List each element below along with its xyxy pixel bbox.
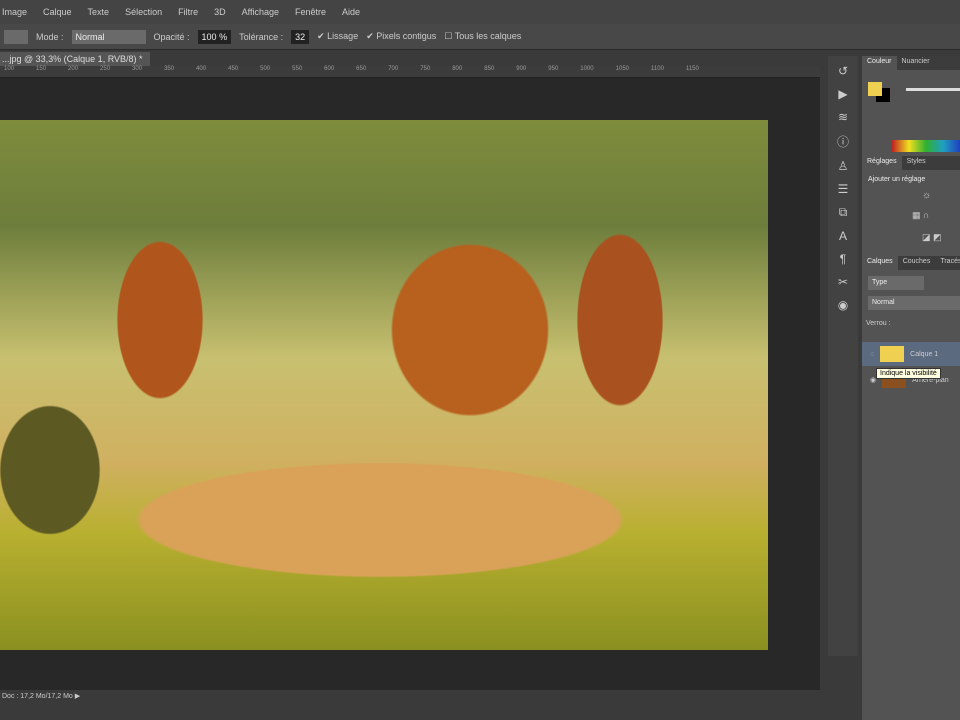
- opacity-input[interactable]: 100 %: [197, 29, 232, 44]
- ruler-tick: 250: [100, 66, 111, 72]
- exposure-icon[interactable]: ◪ ◩: [922, 232, 942, 243]
- layer-row[interactable]: ◌ Calque 1: [862, 342, 960, 366]
- color-panel-tabs: Couleur Nuancier: [862, 56, 960, 70]
- document-tab-title: ...jpg @ 33,3% (Calque 1, RVB/8) *: [2, 54, 143, 64]
- ruler-tick: 150: [36, 66, 47, 72]
- menu-image[interactable]: Image: [2, 7, 27, 17]
- color-slider[interactable]: [906, 88, 960, 91]
- document-tab[interactable]: ...jpg @ 33,3% (Calque 1, RVB/8) * ×: [0, 52, 150, 78]
- layer-name: Calque 1: [910, 350, 939, 358]
- tous-calques-label: Tous les calques: [454, 31, 522, 41]
- status-menu-arrow-icon[interactable]: ▶: [75, 693, 80, 700]
- contigus-checkbox[interactable]: ✔ Pixels contigus: [366, 31, 436, 42]
- document-image[interactable]: [0, 120, 768, 650]
- ruler-tick: 300: [132, 66, 143, 72]
- eye-icon[interactable]: ◌: [870, 351, 874, 358]
- layer-comps-icon[interactable]: ⧉: [839, 205, 848, 220]
- brightness-icon[interactable]: ☼: [922, 190, 931, 201]
- ruler-tick: 1000: [580, 66, 594, 72]
- status-bar: Doc : 17,2 Mo/17,2 Mo ▶: [0, 690, 820, 704]
- clone-source-icon[interactable]: ♙: [838, 159, 849, 173]
- layer-kind-filter[interactable]: Type: [868, 276, 924, 290]
- tous-calques-checkbox[interactable]: ☐ Tous les calques: [444, 31, 521, 42]
- ruler-tick: 500: [260, 66, 271, 72]
- history-icon[interactable]: ↺: [838, 64, 848, 78]
- ruler-tick: 200: [68, 66, 79, 72]
- tolerance-input[interactable]: 32: [291, 29, 310, 44]
- ruler-tick: 400: [196, 66, 207, 72]
- menu-3d[interactable]: 3D: [214, 7, 226, 17]
- tools-presets-icon[interactable]: ✂: [838, 275, 848, 289]
- layers-panel-tabs: Calques Couches Tracés: [862, 256, 960, 270]
- tab-couches[interactable]: Couches: [898, 256, 936, 270]
- menu-selection[interactable]: Sélection: [125, 7, 162, 17]
- ruler-tick: 1050: [615, 66, 629, 72]
- tooltip: Indique la visibilité: [876, 368, 941, 379]
- tab-styles[interactable]: Styles: [902, 156, 931, 170]
- menu-fenetre[interactable]: Fenêtre: [295, 7, 326, 17]
- tolerance-label: Tolérance :: [239, 31, 284, 42]
- adjust-title: Ajouter un réglage: [868, 176, 926, 183]
- mode-select[interactable]: Normal: [71, 29, 146, 44]
- opacity-label: Opacité :: [153, 31, 190, 42]
- ruler-tick: 750: [420, 66, 431, 72]
- tab-calques[interactable]: Calques: [862, 256, 898, 270]
- ruler-tick: 450: [228, 66, 239, 72]
- lissage-label: Lissage: [327, 31, 359, 41]
- tool-preset-picker[interactable]: [4, 29, 28, 44]
- mode-label: Mode :: [36, 31, 64, 42]
- horizontal-ruler: 100 150 200 250 300 350 400 450 500 550 600 650 700 7…: [0, 66, 820, 78]
- right-panels: Couleur Nuancier Réglages Styles Ajouter u…: [862, 56, 960, 720]
- info-icon[interactable]: ⓘ: [837, 133, 849, 150]
- ruler-tick: 700: [388, 66, 399, 72]
- menu-calque[interactable]: Calque: [43, 7, 72, 17]
- color-spectrum[interactable]: [892, 140, 960, 152]
- lock-label: Verrou :: [866, 320, 891, 327]
- ruler-tick: 850: [484, 66, 495, 72]
- tab-reglages[interactable]: Réglages: [862, 156, 902, 170]
- levels-icon[interactable]: ▦ ∩: [912, 210, 929, 221]
- paragraph-icon[interactable]: ¶: [840, 252, 846, 266]
- ruler-tick: 800: [452, 66, 463, 72]
- ruler-tick: 1100: [651, 66, 664, 72]
- ruler-tick: 950: [548, 66, 559, 72]
- ruler-tick: 350: [164, 66, 175, 72]
- menu-filtre[interactable]: Filtre: [178, 7, 198, 17]
- actions-icon[interactable]: ▶: [838, 87, 847, 101]
- ruler-tick: 100: [4, 66, 15, 72]
- ruler-tick: 600: [324, 66, 335, 72]
- tab-traces[interactable]: Tracés: [935, 256, 960, 270]
- options-bar: Mode : Normal Opacité : 100 % Tolérance …: [0, 24, 960, 50]
- panel-icon-strip: ↺ ▶ ≋ ⓘ ♙ ☰ ⧉ A ¶ ✂ ◉: [828, 56, 858, 656]
- menu-aide[interactable]: Aide: [342, 7, 360, 17]
- brushes-icon[interactable]: ≋: [838, 110, 848, 124]
- menu-bar: Image Calque Texte Sélection Filtre 3D A…: [0, 0, 960, 24]
- properties-icon[interactable]: ☰: [838, 182, 849, 196]
- canvas-area[interactable]: [0, 78, 820, 690]
- layer-thumbnail: [880, 346, 905, 362]
- ruler-tick: 650: [356, 66, 367, 72]
- adjust-panel-tabs: Réglages Styles: [862, 156, 960, 170]
- contigus-label: Pixels contigus: [376, 31, 437, 41]
- ruler-tick: 900: [516, 66, 527, 72]
- doc-size: Doc : 17,2 Mo/17,2 Mo: [2, 693, 73, 700]
- ruler-tick: 550: [292, 66, 303, 72]
- tab-nuancier[interactable]: Nuancier: [897, 56, 935, 70]
- menu-texte[interactable]: Texte: [88, 7, 110, 17]
- foreground-color-swatch[interactable]: [868, 82, 882, 96]
- blend-mode-select[interactable]: Normal: [868, 296, 960, 310]
- ruler-tick: 1150: [685, 66, 699, 72]
- tab-couleur[interactable]: Couleur: [862, 56, 897, 70]
- 3d-icon[interactable]: ◉: [838, 298, 848, 312]
- menu-affichage[interactable]: Affichage: [242, 7, 279, 17]
- lissage-checkbox[interactable]: ✔ Lissage: [317, 31, 358, 42]
- character-icon[interactable]: A: [839, 229, 847, 243]
